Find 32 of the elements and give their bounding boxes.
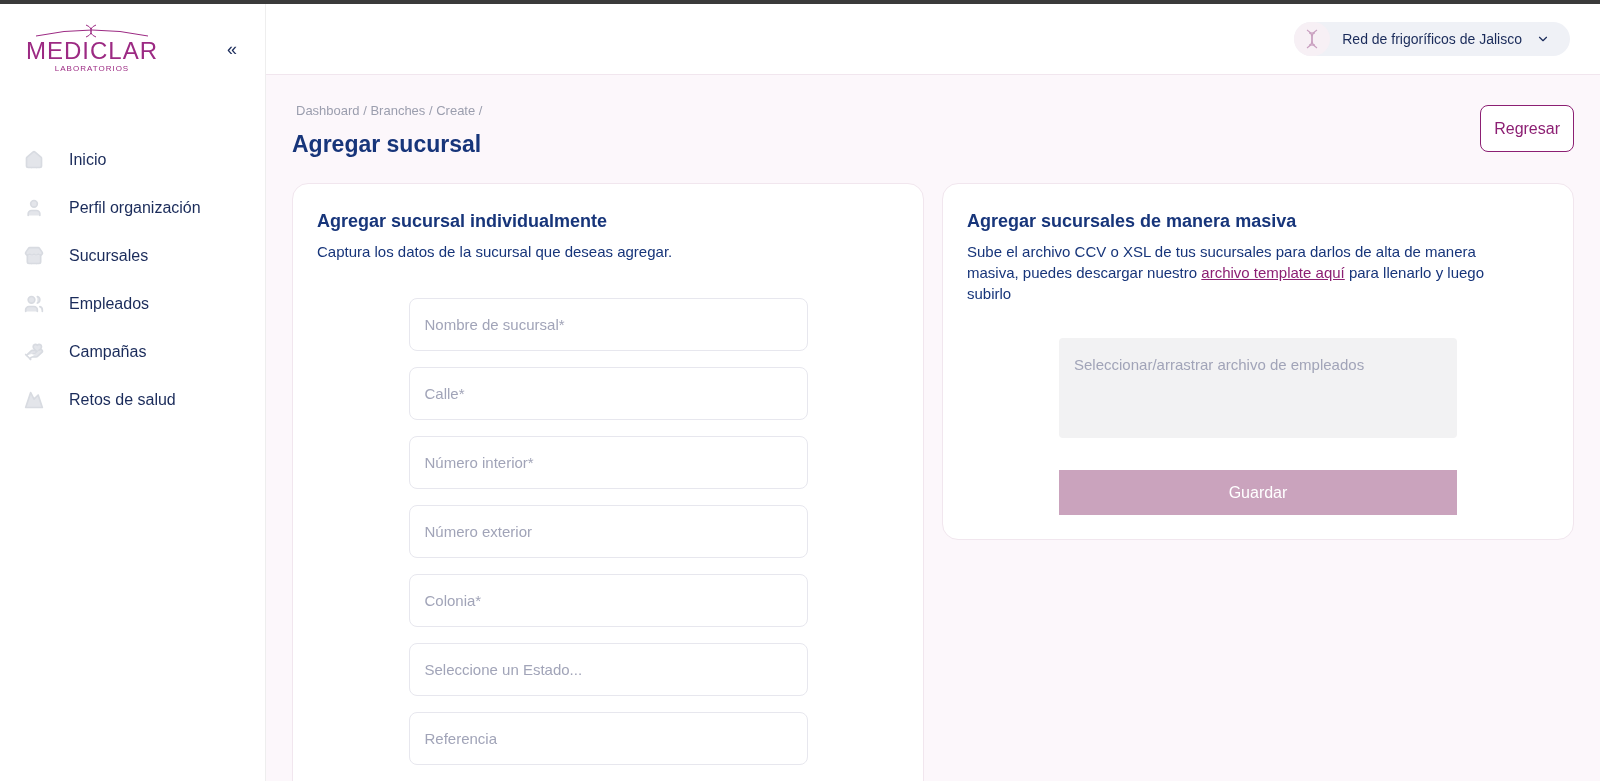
input-field[interactable]: Número exterior: [408, 504, 808, 558]
card-title: Agregar sucursal individualmente: [317, 210, 609, 233]
logo-arc-icon: [34, 24, 150, 38]
logo-name: MEDICLAR: [26, 38, 159, 64]
sidebar-item[interactable]: Inicio: [0, 136, 265, 184]
nav-icon: [24, 390, 44, 410]
sidebar-item[interactable]: Campañas: [0, 328, 265, 376]
page-title: Agregar sucursal: [292, 129, 483, 159]
nav-icon: [24, 294, 44, 314]
card-description: Sube el archivo CCV o XSL de tus sucursales para darlos de alta de manera masiva, puedes descargar nuestro archivo template aquí para llenarlo y luego subirlo: [967, 242, 1485, 304]
input-field[interactable]: Seleccione un Estado...: [408, 642, 808, 696]
input-field[interactable]: Colonia*: [408, 573, 808, 627]
card-title: Agregar sucursales de manera masiva: [967, 210, 1298, 233]
input-field[interactable]: Referencia: [408, 711, 808, 765]
nav-icon: [24, 246, 44, 266]
breadcrumb: Dashboard / Branches / Create /: [296, 102, 483, 120]
nav-icon: [24, 150, 44, 170]
sidebar-item[interactable]: Empleados: [0, 280, 265, 328]
card-subtitle: Captura los datos de la sucursal que deseas agregar.: [317, 242, 674, 262]
logo-subtitle: LABORATORIOS: [54, 64, 130, 74]
nav-icon: [24, 342, 44, 362]
sidebar-item[interactable]: Retos de salud: [0, 376, 265, 424]
input-field[interactable]: Número interior*: [408, 435, 808, 489]
sidebar-item[interactable]: Sucursales: [0, 232, 265, 280]
nav-icon: [24, 198, 44, 218]
collapse-button[interactable]: «: [227, 36, 237, 63]
input-field[interactable]: Nombre de sucursal*: [408, 297, 808, 351]
organization-selector[interactable]: Red de frigoríficos de Jalisco: [1294, 22, 1570, 56]
back-button[interactable]: Regresar: [1480, 105, 1574, 152]
input-field[interactable]: Calle*: [408, 366, 808, 420]
template-link[interactable]: archivo template aquí: [1201, 264, 1345, 281]
sidebar-item[interactable]: Perfil organización: [0, 184, 265, 232]
